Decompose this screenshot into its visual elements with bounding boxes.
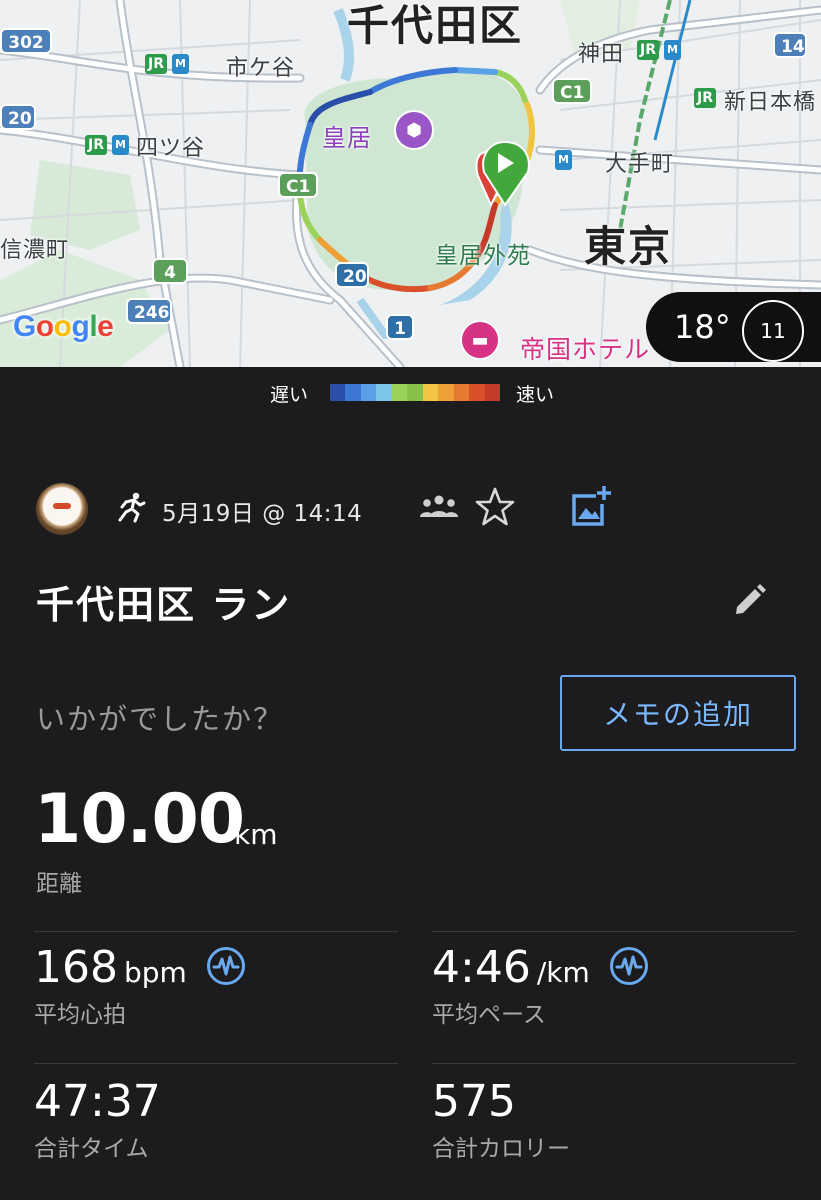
pace-legend: 遅い 速い — [0, 378, 821, 408]
metro-station-icon: M — [112, 135, 129, 155]
avg-heart-rate-value: 168 — [34, 942, 118, 993]
total-calories-label: 合計カロリー — [432, 1136, 570, 1162]
map-label-kanda: 神田 — [578, 42, 625, 67]
map-label-palace: 皇居 — [322, 124, 372, 152]
activity-title: 千代田区 ラン — [36, 583, 292, 627]
hotel-marker-icon[interactable]: ▬ — [460, 320, 500, 360]
distance-label: 距離 — [36, 871, 82, 897]
route-14-shield: 14 — [773, 32, 807, 58]
star-icon[interactable] — [472, 484, 518, 530]
jr-station-icon: JR — [85, 135, 107, 155]
avg-heart-rate-label: 平均心拍 — [34, 1002, 126, 1028]
legend-swatch — [345, 384, 361, 401]
legend-swatch — [391, 384, 408, 401]
c1-shield: C1 — [278, 172, 318, 198]
avg-heart-rate-unit: bpm — [123, 956, 187, 989]
add-photo-icon[interactable] — [566, 484, 612, 530]
map-label-gaien: 皇居外苑 — [435, 243, 531, 269]
metro-station-icon: M — [555, 150, 572, 170]
google-logo: Google — [13, 310, 114, 343]
running-icon — [118, 492, 146, 523]
divider — [34, 931, 398, 932]
map-label-yotsuya: 四ツ谷 — [136, 136, 206, 161]
avg-pace-value: 4:46 — [432, 942, 531, 993]
map-label-shin-nihonbashi: 新日本橋 — [724, 90, 817, 115]
total-calories-stat: 575 合計カロリー — [432, 1076, 570, 1163]
jr-station-icon: JR — [145, 54, 167, 74]
legend-slow-label: 遅い — [270, 384, 309, 406]
divider — [34, 1063, 398, 1064]
group-icon — [420, 495, 458, 517]
c1-shield: C1 — [552, 78, 592, 104]
route-20-shield: 20 — [0, 104, 36, 130]
avg-pace-label: 平均ペース — [432, 1002, 546, 1028]
wind-dial-icon: 11 — [742, 300, 804, 362]
metro-station-icon: M — [664, 40, 681, 60]
legend-swatch — [407, 384, 423, 401]
route-1-shield: 1 — [386, 314, 414, 340]
total-time-value: 47:37 — [34, 1076, 161, 1127]
legend-swatch — [484, 384, 500, 401]
legend-swatch — [469, 384, 485, 401]
route-20-shield: 20 — [335, 262, 369, 288]
activity-date: 5月19日 @ 14:14 — [162, 501, 363, 527]
total-calories-value: 575 — [432, 1076, 516, 1127]
wind-speed: 11 — [760, 319, 786, 343]
map-label-ward: 千代田区 — [347, 1, 524, 50]
route-246-shield: 246 — [126, 298, 172, 324]
legend-color-bar — [330, 384, 500, 401]
feeling-prompt: いかがでしたか？ — [36, 702, 285, 736]
activity-info-row: 5月19日 @ 14:14 — [36, 480, 796, 536]
legend-swatch — [376, 384, 392, 401]
map-label-tokyo: 東京 — [584, 222, 673, 271]
heart-rate-icon[interactable] — [206, 946, 246, 986]
distance-value: 10.00 — [34, 780, 245, 859]
legend-swatch — [360, 384, 377, 401]
jr-station-icon: JR — [637, 40, 659, 60]
route-302-shield: 302 — [0, 28, 52, 54]
route-map[interactable]: 千代田区 皇居 ⬢ 皇居外苑 東京 市ケ谷 四ツ谷 信濃町 神田 新日本橋 大手… — [0, 0, 821, 367]
legend-swatch — [422, 384, 439, 401]
distance-unit: km — [234, 818, 278, 851]
map-label-shinanomachi: 信濃町 — [0, 238, 70, 263]
legend-swatch — [438, 384, 454, 401]
total-time-stat: 47:37 合計タイム — [34, 1076, 161, 1163]
map-label-hotel: 帝国ホテル — [520, 335, 651, 364]
avg-pace-stat[interactable]: 4:46/km 平均ペース — [432, 942, 649, 1029]
map-label-otemachi: 大手町 — [605, 152, 675, 177]
add-memo-button[interactable]: メモの追加 — [560, 675, 796, 751]
temperature: 18° — [674, 308, 731, 346]
divider — [432, 1063, 796, 1064]
legend-swatch — [330, 384, 346, 401]
pencil-icon[interactable] — [730, 582, 768, 620]
legend-fast-label: 速い — [516, 384, 555, 406]
weather-widget[interactable]: 18° 11 — [646, 292, 821, 362]
map-label-ichigaya: 市ケ谷 — [226, 56, 296, 81]
avg-pace-unit: /km — [536, 956, 590, 989]
avatar[interactable] — [36, 483, 88, 535]
total-time-label: 合計タイム — [34, 1136, 149, 1162]
jr-station-icon: JR — [694, 88, 716, 108]
divider — [432, 931, 796, 932]
avg-heart-rate-stat[interactable]: 168 bpm 平均心拍 — [34, 942, 246, 1029]
palace-marker-icon[interactable]: ⬢ — [394, 110, 434, 150]
route-4-shield: 4 — [152, 258, 188, 284]
metro-station-icon: M — [172, 54, 189, 74]
heart-rate-icon[interactable] — [609, 946, 649, 986]
legend-swatch — [453, 384, 470, 401]
